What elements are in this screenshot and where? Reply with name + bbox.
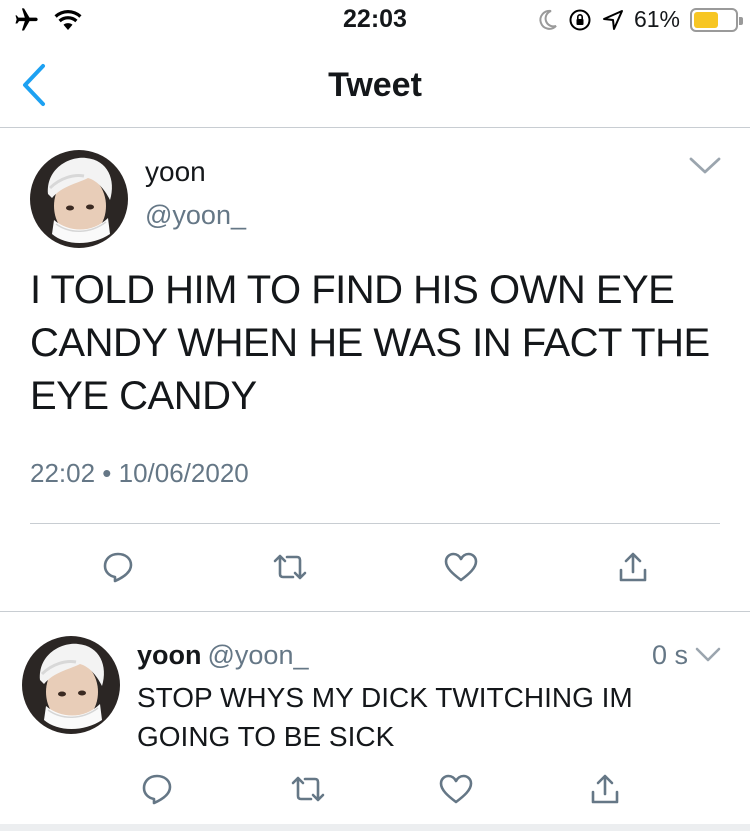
chevron-down-icon [689, 157, 721, 174]
tweet-timestamp: 22:02 • 10/06/2020 [30, 458, 249, 488]
reply-header: yoon @yoon_ [137, 640, 308, 671]
bottom-strip [0, 824, 750, 831]
reply-author-name[interactable]: yoon [137, 640, 202, 670]
reply-author-handle[interactable]: @yoon_ [208, 640, 309, 670]
tweet-author-handle[interactable]: @yoon_ [145, 200, 246, 231]
chevron-down-icon [695, 647, 721, 662]
reply-menu-button[interactable] [694, 646, 722, 669]
reply-time: 0 s [651, 640, 688, 670]
battery-percent: 61% [633, 6, 680, 32]
tweet-action-bar [0, 538, 750, 598]
reply-text: STOP WHYS MY DICK TWITCHING IM GOING TO … [137, 682, 633, 752]
retweet-icon [273, 554, 307, 580]
like-button[interactable] [436, 542, 486, 592]
like-icon [444, 552, 478, 582]
status-bar: 22:03 61% [0, 0, 750, 44]
reply-icon [103, 552, 133, 583]
orientation-lock-icon [569, 9, 591, 30]
status-right-icons: 61% [538, 6, 743, 33]
reply-button[interactable] [93, 542, 143, 592]
avatar[interactable] [30, 150, 128, 248]
retweet-button[interactable] [265, 542, 315, 592]
tweet-menu-button[interactable] [688, 156, 722, 181]
moon-icon [539, 9, 557, 30]
like-icon [439, 774, 473, 804]
battery-fill [694, 11, 719, 28]
tweet-text: I TOLD HIM TO FIND HIS OWN EYE CANDY WHE… [30, 268, 710, 418]
share-icon [619, 552, 647, 582]
main-tweet: yoon @yoon_ I TOLD HIM TO FIND HIS OWN E… [0, 128, 750, 612]
avatar-photo [22, 636, 120, 734]
page-title: Tweet [328, 66, 422, 104]
nav-bar: Tweet [0, 44, 750, 128]
reply-icon [142, 774, 172, 805]
retweet-button[interactable] [283, 764, 333, 814]
share-button[interactable] [608, 542, 658, 592]
tweet-author-name[interactable]: yoon [145, 156, 206, 188]
reply-tweet[interactable]: yoon @yoon_ 0 s STOP WHYS MY DICK TWITCHI… [0, 612, 750, 831]
like-button[interactable] [431, 764, 481, 814]
battery-icon [690, 7, 743, 32]
location-icon [602, 9, 623, 30]
reply-action-bar [0, 762, 750, 818]
avatar-photo [30, 150, 128, 248]
reply-button[interactable] [132, 764, 182, 814]
share-icon [591, 774, 619, 804]
share-button[interactable] [580, 764, 630, 814]
retweet-icon [291, 776, 325, 802]
divider [30, 523, 720, 524]
avatar[interactable] [22, 636, 120, 734]
battery-tip [739, 16, 743, 25]
